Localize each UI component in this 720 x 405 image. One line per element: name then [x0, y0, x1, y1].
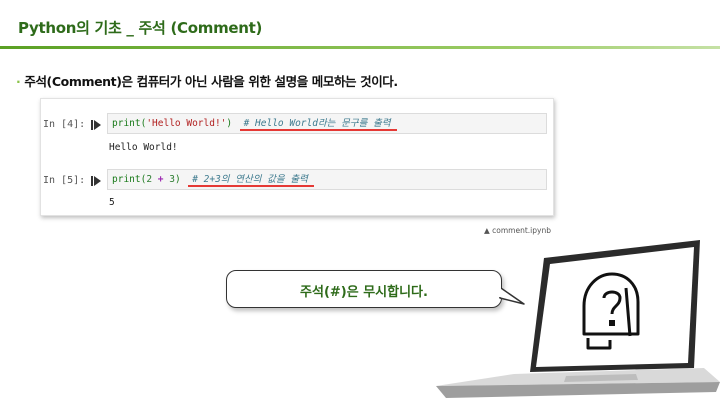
code-operator: + [157, 174, 164, 185]
run-cell-icon[interactable] [91, 176, 101, 186]
bullet-statement: · 주석(Comment)은 컴퓨터가 아닌 사람을 위한 설명을 메모하는 것이… [16, 71, 398, 90]
comment-text: # Hello World라는 문구를 출력 [243, 118, 391, 129]
red-underline [239, 129, 397, 131]
code-input-5[interactable]: print(2 + 3) # 2+3의 연산의 값을 출력 [107, 169, 547, 190]
code-string: 'Hello World!' [146, 118, 227, 129]
comment-text: # 2+3의 연산의 값을 출력 [192, 174, 308, 185]
header-divider [0, 46, 720, 49]
bullet-dot-icon: · [16, 74, 21, 89]
bullet-text: 주석(Comment)은 컴퓨터가 아닌 사람을 위한 설명을 메모하는 것이다… [24, 74, 398, 89]
code-input-4[interactable]: print('Hello World!') # Hello World라는 문구… [107, 113, 547, 134]
code-comment: # 2+3의 연산의 값을 출력 [188, 174, 314, 187]
code-paren: ) [226, 118, 233, 129]
code-comment: # Hello World라는 문구를 출력 [239, 118, 397, 131]
figure-caption: ▲ comment.ipynb [484, 226, 551, 235]
cell-prompt-4: In [4]: [43, 119, 86, 130]
slide-header: Python의 기초 _ 주석 (Comment) [0, 0, 720, 56]
page-title: Python의 기초 _ 주석 (Comment) [18, 19, 263, 37]
red-underline [188, 185, 314, 187]
code-func: print( [112, 118, 147, 129]
cell-prompt-5: In [5]: [43, 175, 86, 186]
run-cell-icon[interactable] [91, 120, 101, 130]
code-func: print( [112, 174, 147, 185]
code-paren: ) [175, 174, 181, 185]
cell-output-5: 5 [109, 197, 115, 208]
cell-output-4: Hello World! [109, 142, 178, 153]
laptop-illustration [436, 240, 720, 398]
code-number: 2 [146, 174, 153, 185]
notebook-screenshot: In [4]: print('Hello World!') # Hello Wo… [40, 98, 554, 216]
